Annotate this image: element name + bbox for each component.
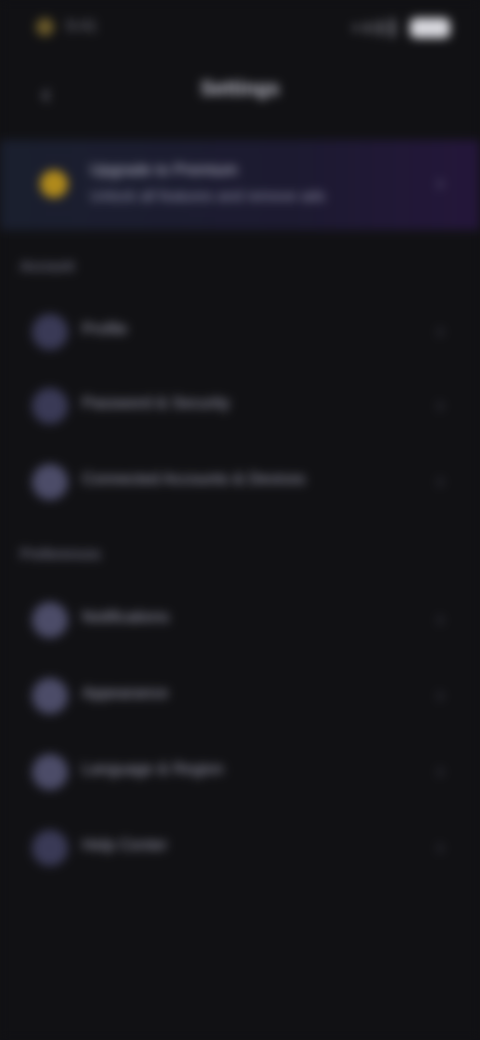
chevron-right-icon: ›: [436, 170, 444, 195]
bell-icon: [32, 602, 68, 638]
settings-item-notifications[interactable]: Notifications ›: [0, 592, 480, 648]
signal-bar-icon: [354, 25, 358, 31]
settings-item-language-region[interactable]: Language & Region ›: [0, 744, 480, 800]
link-icon: [32, 464, 68, 500]
banner-subtitle: Unlock all features and remove ads: [90, 188, 326, 205]
settings-item-connected-accounts[interactable]: Connected Accounts & Devices ›: [0, 454, 480, 510]
chevron-right-icon: ›: [436, 834, 444, 859]
status-indicator-icon: [36, 18, 54, 36]
palette-icon: [32, 678, 68, 714]
chevron-right-icon: ›: [436, 682, 444, 707]
chevron-right-icon: ›: [436, 392, 444, 417]
settings-item-profile[interactable]: Profile ›: [0, 304, 480, 360]
settings-item-label: Language & Region: [82, 761, 224, 778]
status-bar: 9:41: [0, 0, 480, 60]
premium-banner[interactable]: Upgrade to Premium Unlock all features a…: [0, 140, 480, 230]
status-left: 9:41: [36, 18, 97, 36]
signal-bar-icon: [378, 21, 382, 35]
chevron-right-icon: ›: [436, 468, 444, 493]
settings-item-password-security[interactable]: Password & Security ›: [0, 378, 480, 434]
lock-icon: [32, 388, 68, 424]
user-icon: [32, 314, 68, 350]
page-header: ‹ Settings: [0, 66, 480, 122]
star-icon: [40, 170, 68, 198]
banner-title: Upgrade to Premium: [90, 162, 238, 179]
settings-item-appearance[interactable]: Appearance ›: [0, 668, 480, 724]
settings-item-label: Notifications: [82, 609, 170, 626]
settings-item-label: Profile: [82, 321, 128, 338]
chevron-right-icon: ›: [436, 606, 444, 631]
status-right: [354, 18, 450, 38]
signal-bar-icon: [390, 19, 394, 37]
settings-screen: 9:41 ‹ Settings Upgrade to Premium Unloc…: [0, 0, 480, 1040]
section-label-account: Account: [20, 258, 75, 275]
section-label-preferences: Preferences: [20, 546, 101, 563]
settings-item-help-center[interactable]: Help Center ›: [0, 820, 480, 876]
signal-bar-icon: [366, 23, 370, 33]
globe-icon: [32, 754, 68, 790]
settings-item-label: Password & Security: [82, 395, 230, 412]
page-title: Settings: [200, 78, 280, 100]
help-icon: [32, 830, 68, 866]
settings-item-label: Help Center: [82, 837, 168, 854]
battery-icon: [410, 18, 450, 38]
chevron-right-icon: ›: [436, 318, 444, 343]
settings-item-label: Connected Accounts & Devices: [82, 471, 306, 488]
chevron-right-icon: ›: [436, 758, 444, 783]
settings-item-label: Appearance: [82, 685, 169, 702]
status-time: 9:41: [66, 18, 98, 35]
